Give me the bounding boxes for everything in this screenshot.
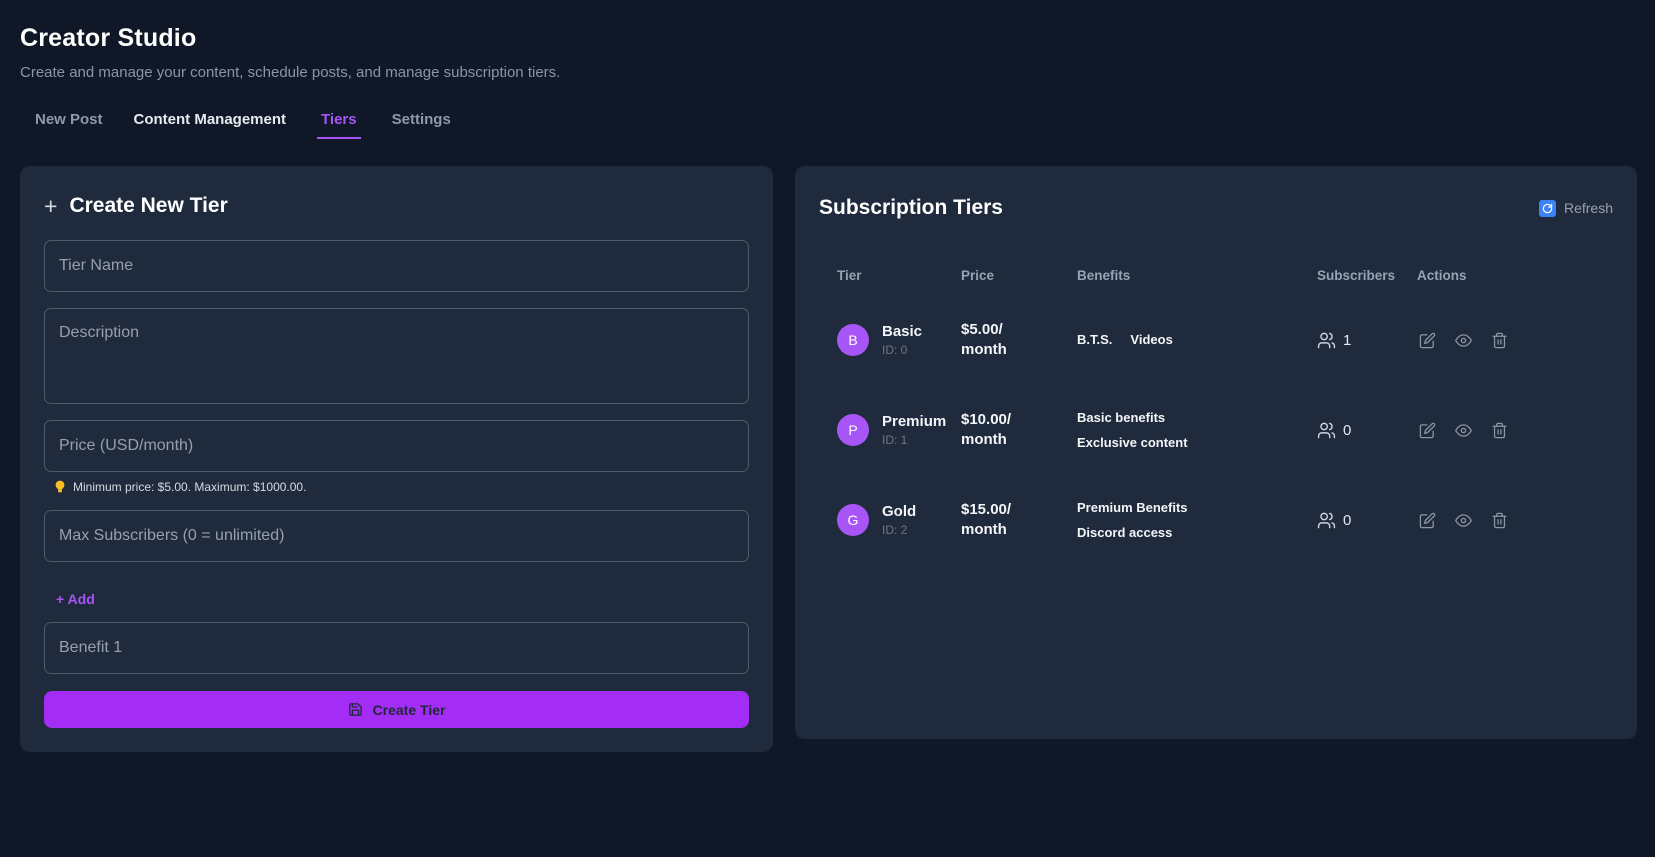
actions-cell: [1399, 332, 1613, 349]
price-input[interactable]: [44, 420, 749, 472]
subscribers-cell: 0: [1299, 421, 1399, 440]
tab-tiers[interactable]: Tiers: [317, 111, 361, 139]
description-input[interactable]: [44, 308, 749, 404]
column-benefits: Benefits: [1059, 268, 1299, 283]
table-row: P Premium ID: 1 $10.00/ month Basic bene…: [819, 397, 1613, 463]
tier-id: ID: 1: [882, 433, 946, 447]
subscriber-count: 0: [1343, 512, 1351, 529]
main-content: Create New Tier Minimum price: $5.00. Ma…: [20, 166, 1637, 752]
table-row: B Basic ID: 0 $5.00/ month B.T.S. Videos: [819, 307, 1613, 373]
benefit-badge: Basic benefits: [1077, 410, 1165, 426]
table-row: G Gold ID: 2 $15.00/ month Premium Benef…: [819, 487, 1613, 553]
column-tier: Tier: [819, 268, 943, 283]
avatar: G: [837, 504, 869, 536]
benefit-badge: Exclusive content: [1077, 435, 1188, 451]
tier-cell: G Gold ID: 2: [819, 503, 943, 538]
benefit-badge: B.T.S.: [1077, 332, 1112, 348]
create-tier-button[interactable]: Create Tier: [44, 691, 749, 728]
benefits-cell: Basic benefits Exclusive content: [1059, 410, 1299, 450]
subscriber-count: 1: [1343, 332, 1351, 349]
benefits-cell: B.T.S. Videos: [1059, 332, 1299, 348]
edit-icon[interactable]: [1419, 332, 1436, 349]
price-hint-text: Minimum price: $5.00. Maximum: $1000.00.: [73, 480, 306, 494]
avatar: B: [837, 324, 869, 356]
subscription-tiers-title: Subscription Tiers: [819, 196, 1003, 220]
refresh-icon: [1539, 200, 1556, 217]
eye-icon[interactable]: [1455, 512, 1472, 529]
actions-cell: [1399, 422, 1613, 439]
create-tier-panel: Create New Tier Minimum price: $5.00. Ma…: [20, 166, 773, 752]
tier-id: ID: 2: [882, 523, 916, 537]
tiers-table: Tier Price Benefits Subscribers Actions …: [819, 268, 1613, 553]
tier-name-input[interactable]: [44, 240, 749, 292]
avatar: P: [837, 414, 869, 446]
page-title: Creator Studio: [20, 24, 1637, 53]
users-icon: [1317, 331, 1336, 350]
subscription-tiers-header: Subscription Tiers Refresh: [819, 196, 1613, 220]
create-tier-title: Create New Tier: [69, 194, 227, 218]
tab-content-management[interactable]: Content Management: [134, 111, 287, 139]
column-price: Price: [943, 268, 1059, 283]
users-icon: [1317, 421, 1336, 440]
subscribers-cell: 0: [1299, 511, 1399, 530]
price-cell: $15.00/ month: [943, 500, 1059, 541]
edit-icon[interactable]: [1419, 422, 1436, 439]
create-tier-heading: Create New Tier: [44, 194, 749, 218]
tier-name: Gold: [882, 503, 916, 522]
column-subscribers: Subscribers: [1299, 268, 1399, 283]
page-subtitle: Create and manage your content, schedule…: [20, 64, 1637, 81]
column-actions: Actions: [1399, 268, 1613, 283]
tab-bar: New Post Content Management Tiers Settin…: [20, 111, 1637, 139]
save-icon: [348, 702, 363, 717]
tier-cell: P Premium ID: 1: [819, 413, 943, 448]
tab-settings[interactable]: Settings: [392, 111, 451, 139]
eye-icon[interactable]: [1455, 422, 1472, 439]
eye-icon[interactable]: [1455, 332, 1472, 349]
benefit-badge: Premium Benefits: [1077, 500, 1188, 516]
refresh-label: Refresh: [1564, 200, 1613, 216]
actions-cell: [1399, 512, 1613, 529]
subscriber-count: 0: [1343, 422, 1351, 439]
trash-icon[interactable]: [1491, 422, 1508, 439]
benefit-1-input[interactable]: [44, 622, 749, 674]
creator-studio-page: Creator Studio Create and manage your co…: [0, 0, 1655, 752]
users-icon: [1317, 511, 1336, 530]
price-cell: $5.00/ month: [943, 320, 1059, 361]
price-cell: $10.00/ month: [943, 410, 1059, 451]
benefits-cell: Premium Benefits Discord access: [1059, 500, 1299, 540]
tier-name: Basic: [882, 323, 922, 342]
max-subscribers-input[interactable]: [44, 510, 749, 562]
benefit-badge: Videos: [1130, 332, 1172, 348]
add-benefit-button[interactable]: + Add: [56, 591, 95, 607]
subscribers-cell: 1: [1299, 331, 1399, 350]
lightbulb-icon: [54, 480, 66, 494]
trash-icon[interactable]: [1491, 332, 1508, 349]
subscription-tiers-panel: Subscription Tiers Refresh Tier Price B: [795, 166, 1637, 739]
tier-id: ID: 0: [882, 343, 922, 357]
tier-cell: B Basic ID: 0: [819, 323, 943, 358]
plus-icon: [44, 195, 57, 218]
price-hint: Minimum price: $5.00. Maximum: $1000.00.: [54, 480, 749, 494]
edit-icon[interactable]: [1419, 512, 1436, 529]
create-tier-button-label: Create Tier: [373, 702, 446, 718]
tab-new-post[interactable]: New Post: [35, 111, 103, 139]
refresh-button[interactable]: Refresh: [1539, 200, 1613, 217]
tiers-table-header: Tier Price Benefits Subscribers Actions: [819, 268, 1613, 283]
trash-icon[interactable]: [1491, 512, 1508, 529]
benefit-badge: Discord access: [1077, 525, 1172, 541]
tier-name: Premium: [882, 413, 946, 432]
